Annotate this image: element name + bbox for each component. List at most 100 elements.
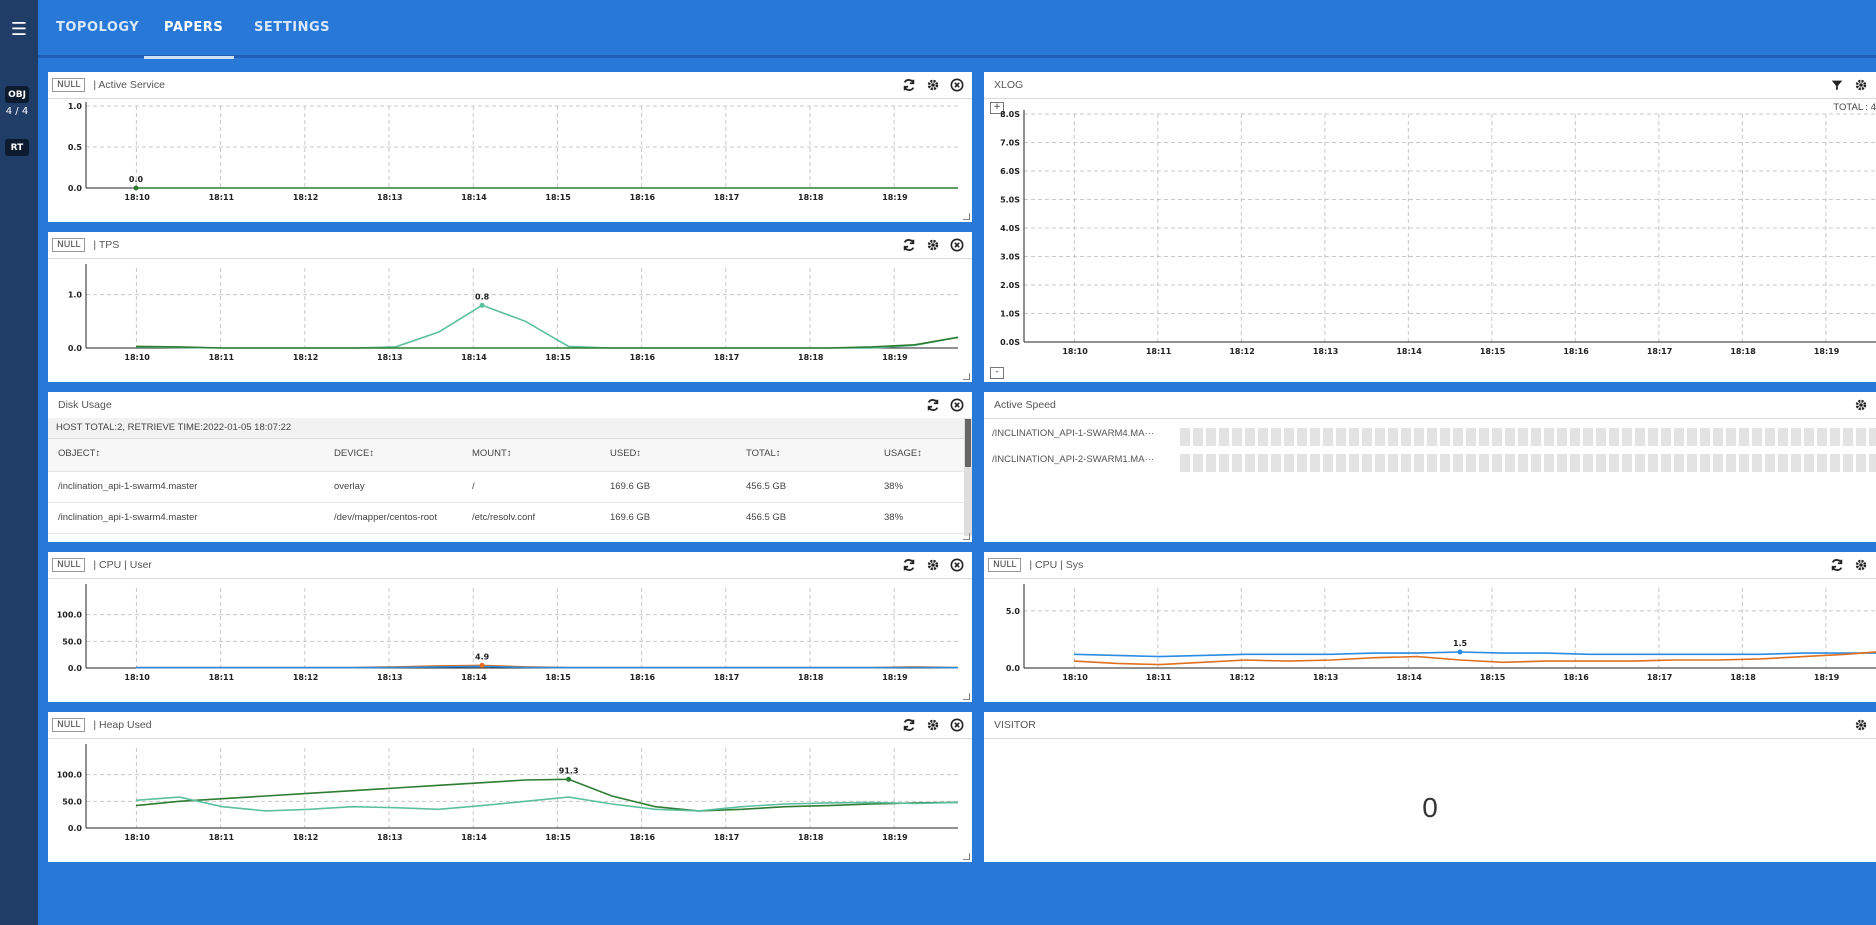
refresh-icon[interactable]: [1828, 556, 1846, 574]
x-tick-label: 18:10: [124, 673, 150, 682]
gear-icon[interactable]: [1852, 76, 1870, 94]
peak-label: 0.8: [475, 292, 490, 301]
refresh-icon[interactable]: [900, 716, 918, 734]
column-header[interactable]: TOTAL↕: [746, 448, 781, 459]
x-tick-label: 18:12: [293, 833, 318, 842]
gear-icon[interactable]: [1852, 716, 1870, 734]
close-circle-icon[interactable]: [948, 76, 966, 94]
close-circle-icon[interactable]: [948, 556, 966, 574]
tab-papers[interactable]: PAPERS: [164, 20, 223, 35]
speed-row-label: /INCLINATION_API-1-SWARM4.MA···: [992, 428, 1155, 439]
panel-header: VISITOR: [984, 712, 1876, 739]
x-tick-label: 18:14: [461, 833, 487, 842]
x-tick-label: 18:10: [124, 833, 150, 842]
table-header-row: OBJECT↕ DEVICE↕ MOUNT↕ USED↕ TOTAL↕ USAG…: [48, 439, 964, 472]
top-nav-bar: TOPOLOGY PAPERS SETTINGS: [38, 0, 1876, 59]
peak-label: 91.3: [559, 766, 579, 775]
refresh-icon[interactable]: [924, 396, 942, 414]
null-tag[interactable]: NULL: [988, 558, 1022, 572]
panel-title: | TPS: [93, 239, 120, 251]
x-tick-label: 18:16: [1563, 673, 1589, 682]
scrollbar-thumb[interactable]: [965, 419, 971, 467]
close-circle-icon[interactable]: [948, 236, 966, 254]
x-tick-label: 18:14: [1396, 347, 1422, 356]
peak-label: 0.0: [129, 175, 144, 184]
refresh-icon[interactable]: [900, 236, 918, 254]
x-tick-label: 18:10: [1062, 673, 1088, 682]
y-tick-label: 0.0: [1006, 664, 1021, 673]
panel-title: | Active Service: [93, 79, 165, 91]
null-tag[interactable]: NULL: [52, 78, 86, 92]
panel-active-speed: Active Speed /INCLINATION_API-1-SWARM4.M…: [984, 392, 1876, 542]
x-tick-label: 18:12: [1229, 673, 1254, 682]
hamburger-menu-button[interactable]: ☰: [0, 0, 38, 58]
x-tick-label: 18:19: [882, 353, 908, 362]
panel-header: Active Speed: [984, 392, 1876, 419]
table-cell: 169.6 GB: [610, 512, 651, 523]
gear-icon[interactable]: [924, 236, 942, 254]
refresh-icon[interactable]: [900, 76, 918, 94]
null-tag[interactable]: NULL: [52, 718, 86, 732]
table-cell: /: [472, 481, 475, 492]
xlog-chart: 0.0S 1.0S 2.0S 3.0S 4.0S 5.0S 6.0S 7.0S 8.0S 18:1…: [1000, 110, 1876, 356]
column-header[interactable]: USAGE↕: [884, 448, 922, 459]
column-header[interactable]: DEVICE↕: [334, 448, 374, 459]
y-tick-label: 3.0S: [1000, 253, 1020, 262]
x-tick-label: 18:18: [1730, 347, 1756, 356]
panel-header: NULL | TPS: [48, 232, 972, 259]
gear-icon[interactable]: [924, 716, 942, 734]
panel-visitor: VISITOR 0: [984, 712, 1876, 862]
x-tick-label: 18:17: [1647, 673, 1672, 682]
tab-settings[interactable]: SETTINGS: [254, 20, 330, 35]
y-tick-label: 0.0: [68, 184, 83, 193]
table-cell: /dev/mapper/centos-root: [334, 512, 437, 523]
x-tick-label: 18:18: [798, 193, 824, 202]
obj-badge[interactable]: OBJ: [5, 86, 29, 103]
y-tick-label: 1.0S: [1000, 310, 1020, 319]
x-tick-label: 18:14: [461, 193, 487, 202]
column-header[interactable]: OBJECT↕: [58, 448, 100, 459]
x-tick-label: 18:15: [545, 193, 571, 202]
filter-icon[interactable]: [1828, 76, 1846, 94]
rt-badge[interactable]: RT: [5, 139, 29, 156]
speed-cells: [1180, 428, 1876, 446]
resize-handle[interactable]: [963, 533, 970, 540]
x-tick-label: 18:10: [124, 193, 150, 202]
speed-cells: [1180, 454, 1876, 472]
gear-icon[interactable]: [1852, 556, 1870, 574]
x-tick-label: 18:11: [209, 353, 235, 362]
table-cell: /etc/resolv.conf: [472, 512, 536, 523]
panel-title: | CPU | User: [93, 559, 152, 571]
y-tick-label: 0.0: [68, 664, 83, 673]
x-tick-label: 18:15: [1480, 347, 1506, 356]
gear-icon[interactable]: [924, 76, 942, 94]
column-header[interactable]: MOUNT↕: [472, 448, 512, 459]
peak-label: 1.5: [1453, 639, 1468, 648]
null-tag[interactable]: NULL: [52, 238, 86, 252]
tab-topology[interactable]: TOPOLOGY: [56, 20, 139, 35]
resize-handle[interactable]: [963, 853, 970, 860]
panel-title: | Heap Used: [93, 719, 152, 731]
panel-title: | CPU | Sys: [1029, 559, 1084, 571]
resize-handle[interactable]: [963, 373, 970, 380]
peak-point: [479, 662, 485, 668]
gear-icon[interactable]: [1852, 396, 1870, 414]
resize-handle[interactable]: [963, 213, 970, 220]
x-tick-label: 18:10: [124, 353, 150, 362]
close-circle-icon[interactable]: [948, 396, 966, 414]
resize-handle[interactable]: [963, 693, 970, 700]
column-header[interactable]: USED↕: [610, 448, 641, 459]
x-tick-label: 18:15: [545, 353, 571, 362]
obj-count: 4 / 4: [5, 106, 29, 117]
null-tag[interactable]: NULL: [52, 558, 86, 572]
peak-point: [479, 302, 485, 308]
tps-chart: 0.0 1.0 18:10 18:11 18:12 18:13 18:14 18:15 18:1…: [68, 264, 959, 362]
speed-row-label: /INCLINATION_API-2-SWARM1.MA···: [992, 454, 1155, 465]
x-tick-label: 18:17: [714, 833, 739, 842]
close-circle-icon[interactable]: [948, 716, 966, 734]
refresh-icon[interactable]: [900, 556, 918, 574]
table-cell: /inclination_api-1-swarm4.master: [58, 512, 198, 523]
gear-icon[interactable]: [924, 556, 942, 574]
cpu-user-chart: 0.0 50.0 100.0 18:10 18:11 18:12 18:13 18:14 18:…: [57, 584, 959, 682]
x-tick-label: 18:19: [882, 673, 908, 682]
